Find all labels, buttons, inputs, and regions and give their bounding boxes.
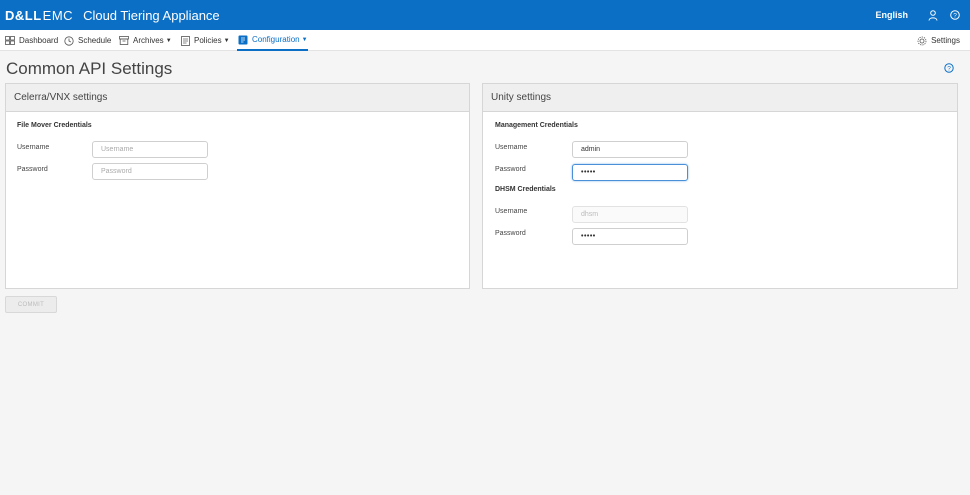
policy-icon (179, 35, 191, 47)
dhsm-password-label: Password (495, 230, 526, 237)
svg-text:?: ? (947, 65, 951, 72)
nav-archives[interactable]: Archives ▼ (118, 30, 172, 51)
dhsm-password-input[interactable]: ••••• (572, 228, 688, 245)
dhsm-username-input[interactable]: dhsm (572, 206, 688, 223)
nav-policies-label: Policies (194, 36, 222, 45)
svg-text:?: ? (953, 13, 957, 20)
unity-panel-title: Unity settings (483, 84, 957, 112)
nav-policies[interactable]: Policies ▼ (179, 30, 230, 51)
brand-emc: EMC (42, 7, 74, 23)
dhsm-username-label: Username (495, 208, 528, 215)
nav-dashboard[interactable]: Dashboard (4, 30, 58, 51)
app-title: Cloud Tiering Appliance (83, 7, 220, 23)
mgmt-password-input[interactable]: ••••• (572, 164, 688, 181)
nav-settings-label: Settings (931, 36, 960, 45)
archive-icon (118, 35, 130, 47)
help-icon[interactable]: ? (944, 63, 954, 73)
user-icon[interactable] (922, 0, 944, 30)
management-credentials-heading: Management Credentials (495, 122, 578, 129)
mgmt-username-label: Username (495, 144, 528, 151)
celerra-password-input[interactable]: Password (92, 163, 208, 180)
nav-settings[interactable]: Settings (916, 30, 960, 51)
nav-dashboard-label: Dashboard (19, 36, 59, 45)
top-bar: D&LL EMC Cloud Tiering Appliance English … (0, 0, 970, 30)
nav-configuration-label: Configuration (252, 35, 300, 44)
clock-icon (63, 35, 75, 47)
nav-configuration[interactable]: Configuration ▼ (237, 30, 308, 51)
mgmt-username-input[interactable]: admin (572, 141, 688, 158)
chevron-down-icon: ▼ (223, 37, 230, 44)
brand-dell: D&LL (5, 7, 42, 23)
celerra-username-input[interactable]: Username (92, 141, 208, 158)
chevron-down-icon: ▼ (301, 36, 308, 43)
help-circle-icon[interactable]: ? (944, 0, 966, 30)
commit-button[interactable]: COMMIT (5, 296, 57, 313)
page-title: Common API Settings (6, 59, 173, 78)
nav-archives-label: Archives (133, 36, 164, 45)
dhsm-credentials-heading: DHSM Credentials (495, 186, 556, 193)
configuration-icon (237, 34, 249, 46)
language-selector[interactable]: English (875, 10, 908, 20)
file-mover-credentials-heading: File Mover Credentials (17, 122, 92, 129)
dell-emc-logo: D&LL EMC (5, 8, 73, 23)
main-navigation: Dashboard Schedule Archives ▼ Policies ▼… (0, 30, 970, 51)
celerra-vnx-panel: Celerra/VNX settings File Mover Credenti… (5, 83, 470, 289)
gear-icon (916, 35, 928, 47)
unity-panel: Unity settings Management Credentials Us… (482, 83, 958, 289)
nav-schedule[interactable]: Schedule (63, 30, 111, 51)
mgmt-password-label: Password (495, 166, 526, 173)
celerra-panel-title: Celerra/VNX settings (6, 84, 469, 112)
dashboard-icon (4, 35, 16, 47)
chevron-down-icon: ▼ (165, 37, 172, 44)
nav-schedule-label: Schedule (78, 36, 112, 45)
celerra-username-label: Username (17, 144, 50, 151)
celerra-password-label: Password (17, 166, 48, 173)
